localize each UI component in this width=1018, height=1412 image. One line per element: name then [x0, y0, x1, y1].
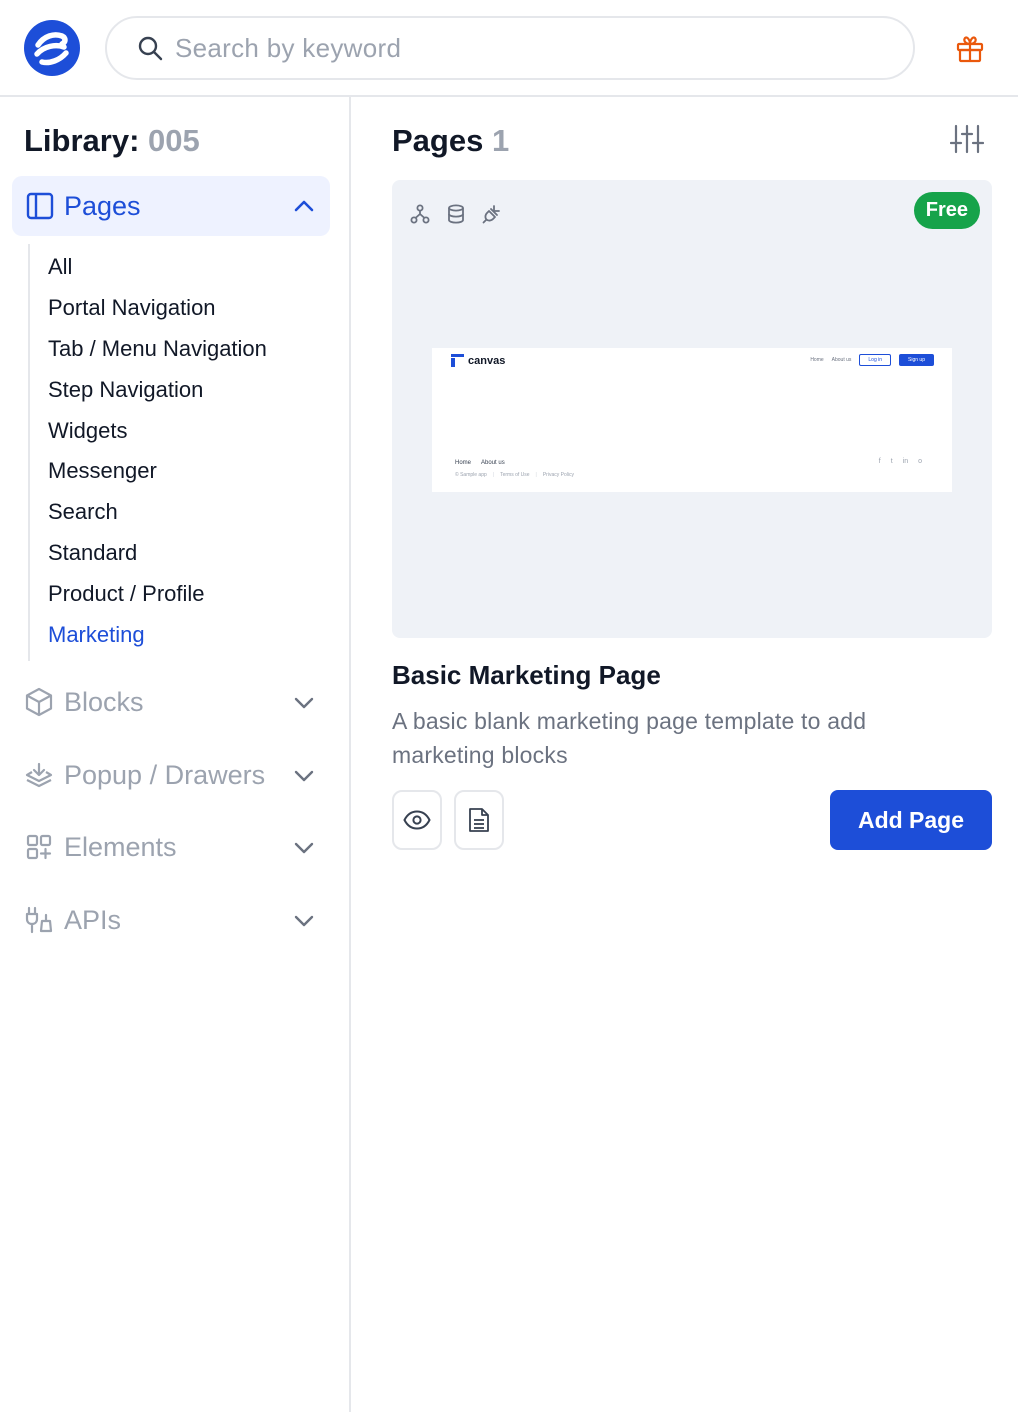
- thumbnail-signup: Sign up: [899, 354, 934, 366]
- chevron-down-icon[interactable]: [292, 909, 316, 933]
- thumbnail-social-icons: f t in o: [879, 458, 922, 465]
- thumbnail-brand: canvas: [451, 354, 505, 367]
- thumbnail-separator: |: [535, 472, 537, 478]
- chevron-up-icon[interactable]: [292, 194, 316, 218]
- sidebar-section-apis[interactable]: APIs: [24, 895, 330, 945]
- thumbnail-terms: Terms of Use: [500, 472, 530, 478]
- instagram-icon: o: [918, 458, 922, 465]
- thumbnail-footer-about: About us: [481, 460, 505, 466]
- cube-icon: [25, 687, 53, 717]
- filter-sliders-icon[interactable]: [950, 124, 984, 154]
- sidebar-section-popup-drawers[interactable]: Popup / Drawers: [24, 750, 330, 800]
- category-item-standard[interactable]: Standard: [48, 540, 137, 566]
- chevron-down-icon[interactable]: [292, 764, 316, 788]
- workflow-icon: [410, 204, 430, 224]
- template-title: Basic Marketing Page: [392, 660, 661, 690]
- plug-icon: [482, 205, 500, 224]
- thumbnail-nav: Home About us Log in Sign up: [810, 354, 934, 366]
- thumbnail-nav-home: Home: [810, 357, 824, 363]
- thumbnail-login: Log in: [859, 354, 892, 366]
- eye-icon: [403, 810, 431, 830]
- plug-icon: [25, 906, 53, 934]
- thumbnail-footer-links: Home About us: [455, 460, 505, 466]
- thumbnail-privacy: Privacy Policy: [542, 472, 574, 478]
- sidebar-section-elements[interactable]: Elements: [24, 822, 330, 872]
- preview-button[interactable]: [392, 790, 442, 850]
- category-item-search[interactable]: Search: [48, 499, 118, 525]
- thumbnail-copyright: © Sample app: [455, 472, 487, 478]
- thumbnail-brand-name: canvas: [468, 354, 506, 367]
- library-label: Library:: [24, 123, 140, 158]
- thumbnail-footer-legal: © Sample app | Terms of Use | Privacy Po…: [455, 472, 574, 478]
- layers-icon: [25, 762, 53, 788]
- page-count: 1: [491, 123, 510, 158]
- template-description: A basic blank marketing page template to…: [392, 708, 867, 768]
- category-item-tab-menu-navigation[interactable]: Tab / Menu Navigation: [48, 336, 267, 362]
- chevron-down-icon[interactable]: [292, 691, 316, 715]
- facebook-icon: f: [878, 458, 881, 465]
- category-item-widgets[interactable]: Widgets: [48, 418, 127, 444]
- sidebar-section-pages[interactable]: Pages: [12, 176, 330, 236]
- template-preview[interactable]: Free canvas Home About us Log in Sign up…: [392, 180, 992, 638]
- sidebar-section-label: Popup / Drawers: [64, 759, 266, 790]
- category-item-portal-navigation[interactable]: Portal Navigation: [48, 295, 216, 321]
- search-bar[interactable]: [105, 16, 915, 80]
- library-count: 005: [148, 123, 200, 158]
- page-title: Pages 1: [392, 123, 509, 159]
- category-item-marketing[interactable]: Marketing: [48, 622, 145, 648]
- gift-icon[interactable]: [954, 32, 986, 64]
- library-sidebar: Library: 005 Pages All Portal Navigation…: [0, 97, 351, 1412]
- sidebar-section-blocks[interactable]: Blocks: [24, 677, 330, 727]
- template-thumbnail: canvas Home About us Log in Sign up Home…: [432, 348, 952, 492]
- thumbnail-separator: |: [492, 472, 495, 478]
- sidebar-section-label: APIs: [64, 904, 122, 935]
- sidebar-section-label: Pages: [64, 190, 141, 221]
- category-item-product-profile[interactable]: Product / Profile: [48, 581, 205, 607]
- search-input[interactable]: [175, 32, 875, 64]
- layout-panel-icon: [26, 192, 54, 220]
- top-header: [0, 0, 1018, 97]
- category-item-messenger[interactable]: Messenger: [48, 458, 157, 484]
- sidebar-section-label: Elements: [64, 831, 177, 862]
- search-icon: [138, 36, 163, 61]
- add-page-button[interactable]: Add Page: [830, 790, 992, 850]
- category-item-all[interactable]: All: [48, 254, 72, 280]
- twitter-icon: t: [890, 458, 893, 465]
- brand-logo[interactable]: [24, 20, 80, 76]
- page-title-label: Pages: [392, 123, 484, 158]
- template-feature-icons: [410, 204, 502, 224]
- document-icon: [469, 808, 489, 832]
- library-title: Library: 005: [24, 123, 200, 159]
- brand-logo-icon: [34, 32, 69, 66]
- database-icon: [448, 204, 464, 224]
- price-badge: Free: [913, 192, 980, 229]
- thumbnail-nav-about: About us: [831, 357, 852, 363]
- pages-category-list: All Portal Navigation Tab / Menu Navigat…: [28, 244, 328, 661]
- sidebar-section-label: Blocks: [64, 686, 144, 717]
- thumbnail-footer-home: Home: [455, 460, 472, 466]
- linkedin-icon: in: [902, 458, 909, 465]
- canvas-logo-icon: [451, 354, 464, 367]
- details-button[interactable]: [454, 790, 504, 850]
- category-item-step-navigation[interactable]: Step Navigation: [48, 377, 203, 403]
- grid-plus-icon: [26, 834, 52, 860]
- chevron-down-icon[interactable]: [292, 836, 316, 860]
